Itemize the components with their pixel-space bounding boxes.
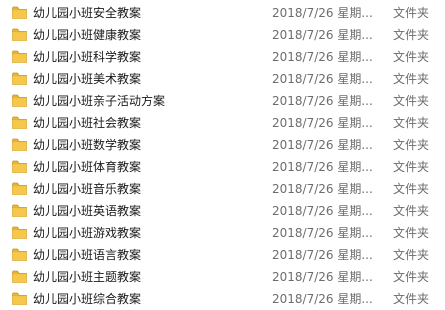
folder-icon <box>12 204 27 217</box>
file-row[interactable]: 幼儿园小班语言教案 2018/7/26 星期... 文件夹 <box>0 244 445 266</box>
file-name: 幼儿园小班综合教案 <box>33 292 142 306</box>
file-type: 文件夹 <box>393 270 430 284</box>
file-row[interactable]: 幼儿园小班亲子活动方案 2018/7/26 星期... 文件夹 <box>0 90 445 112</box>
file-name: 幼儿园小班亲子活动方案 <box>33 94 166 108</box>
file-name: 幼儿园小班体育教案 <box>33 160 142 174</box>
file-date: 2018/7/26 星期... <box>272 292 373 306</box>
file-row[interactable]: 幼儿园小班音乐教案 2018/7/26 星期... 文件夹 <box>0 178 445 200</box>
file-type: 文件夹 <box>393 248 430 262</box>
folder-icon <box>12 28 27 41</box>
file-date: 2018/7/26 星期... <box>272 6 373 20</box>
folder-icon <box>12 72 27 85</box>
file-name: 幼儿园小班美术教案 <box>33 72 142 86</box>
file-row[interactable]: 幼儿园小班科学教案 2018/7/26 星期... 文件夹 <box>0 46 445 68</box>
file-date: 2018/7/26 星期... <box>272 28 373 42</box>
folder-icon <box>12 116 27 129</box>
file-name: 幼儿园小班社会教案 <box>33 116 142 130</box>
file-type: 文件夹 <box>393 226 430 240</box>
file-row[interactable]: 幼儿园小班安全教案 2018/7/26 星期... 文件夹 <box>0 2 445 24</box>
file-date: 2018/7/26 星期... <box>272 226 373 240</box>
file-name: 幼儿园小班安全教案 <box>33 6 142 20</box>
file-name: 幼儿园小班英语教案 <box>33 204 142 218</box>
file-date: 2018/7/26 星期... <box>272 248 373 262</box>
file-row[interactable]: 幼儿园小班社会教案 2018/7/26 星期... 文件夹 <box>0 112 445 134</box>
file-name: 幼儿园小班游戏教案 <box>33 226 142 240</box>
file-date: 2018/7/26 星期... <box>272 138 373 152</box>
file-type: 文件夹 <box>393 28 430 42</box>
file-row[interactable]: 幼儿园小班美术教案 2018/7/26 星期... 文件夹 <box>0 68 445 90</box>
file-type: 文件夹 <box>393 204 430 218</box>
folder-icon <box>12 226 27 239</box>
file-date: 2018/7/26 星期... <box>272 72 373 86</box>
file-row[interactable]: 幼儿园小班主题教案 2018/7/26 星期... 文件夹 <box>0 266 445 288</box>
folder-icon <box>12 6 27 19</box>
file-row[interactable]: 幼儿园小班数学教案 2018/7/26 星期... 文件夹 <box>0 134 445 156</box>
file-list: 幼儿园小班安全教案 2018/7/26 星期... 文件夹 幼儿园小班健康教案 … <box>0 0 445 306</box>
file-row[interactable]: 幼儿园小班体育教案 2018/7/26 星期... 文件夹 <box>0 156 445 178</box>
file-type: 文件夹 <box>393 138 430 152</box>
file-date: 2018/7/26 星期... <box>272 204 373 218</box>
file-name: 幼儿园小班语言教案 <box>33 248 142 262</box>
file-row[interactable]: 幼儿园小班英语教案 2018/7/26 星期... 文件夹 <box>0 200 445 222</box>
file-type: 文件夹 <box>393 116 430 130</box>
file-type: 文件夹 <box>393 160 430 174</box>
folder-icon <box>12 182 27 195</box>
file-name: 幼儿园小班数学教案 <box>33 138 142 152</box>
file-type: 文件夹 <box>393 6 430 20</box>
file-name: 幼儿园小班音乐教案 <box>33 182 142 196</box>
folder-icon <box>12 50 27 63</box>
folder-icon <box>12 138 27 151</box>
folder-icon <box>12 248 27 261</box>
folder-icon <box>12 292 27 305</box>
folder-icon <box>12 270 27 283</box>
file-date: 2018/7/26 星期... <box>272 94 373 108</box>
folder-icon <box>12 94 27 107</box>
file-type: 文件夹 <box>393 292 430 306</box>
file-type: 文件夹 <box>393 50 430 64</box>
file-date: 2018/7/26 星期... <box>272 270 373 284</box>
file-name: 幼儿园小班主题教案 <box>33 270 142 284</box>
file-date: 2018/7/26 星期... <box>272 116 373 130</box>
file-row[interactable]: 幼儿园小班综合教案 2018/7/26 星期... 文件夹 <box>0 288 445 310</box>
file-row[interactable]: 幼儿园小班游戏教案 2018/7/26 星期... 文件夹 <box>0 222 445 244</box>
file-type: 文件夹 <box>393 182 430 196</box>
file-date: 2018/7/26 星期... <box>272 182 373 196</box>
file-name: 幼儿园小班健康教案 <box>33 28 142 42</box>
folder-icon <box>12 160 27 173</box>
file-name: 幼儿园小班科学教案 <box>33 50 142 64</box>
file-date: 2018/7/26 星期... <box>272 160 373 174</box>
file-type: 文件夹 <box>393 72 430 86</box>
file-row[interactable]: 幼儿园小班健康教案 2018/7/26 星期... 文件夹 <box>0 24 445 46</box>
file-date: 2018/7/26 星期... <box>272 50 373 64</box>
file-type: 文件夹 <box>393 94 430 108</box>
